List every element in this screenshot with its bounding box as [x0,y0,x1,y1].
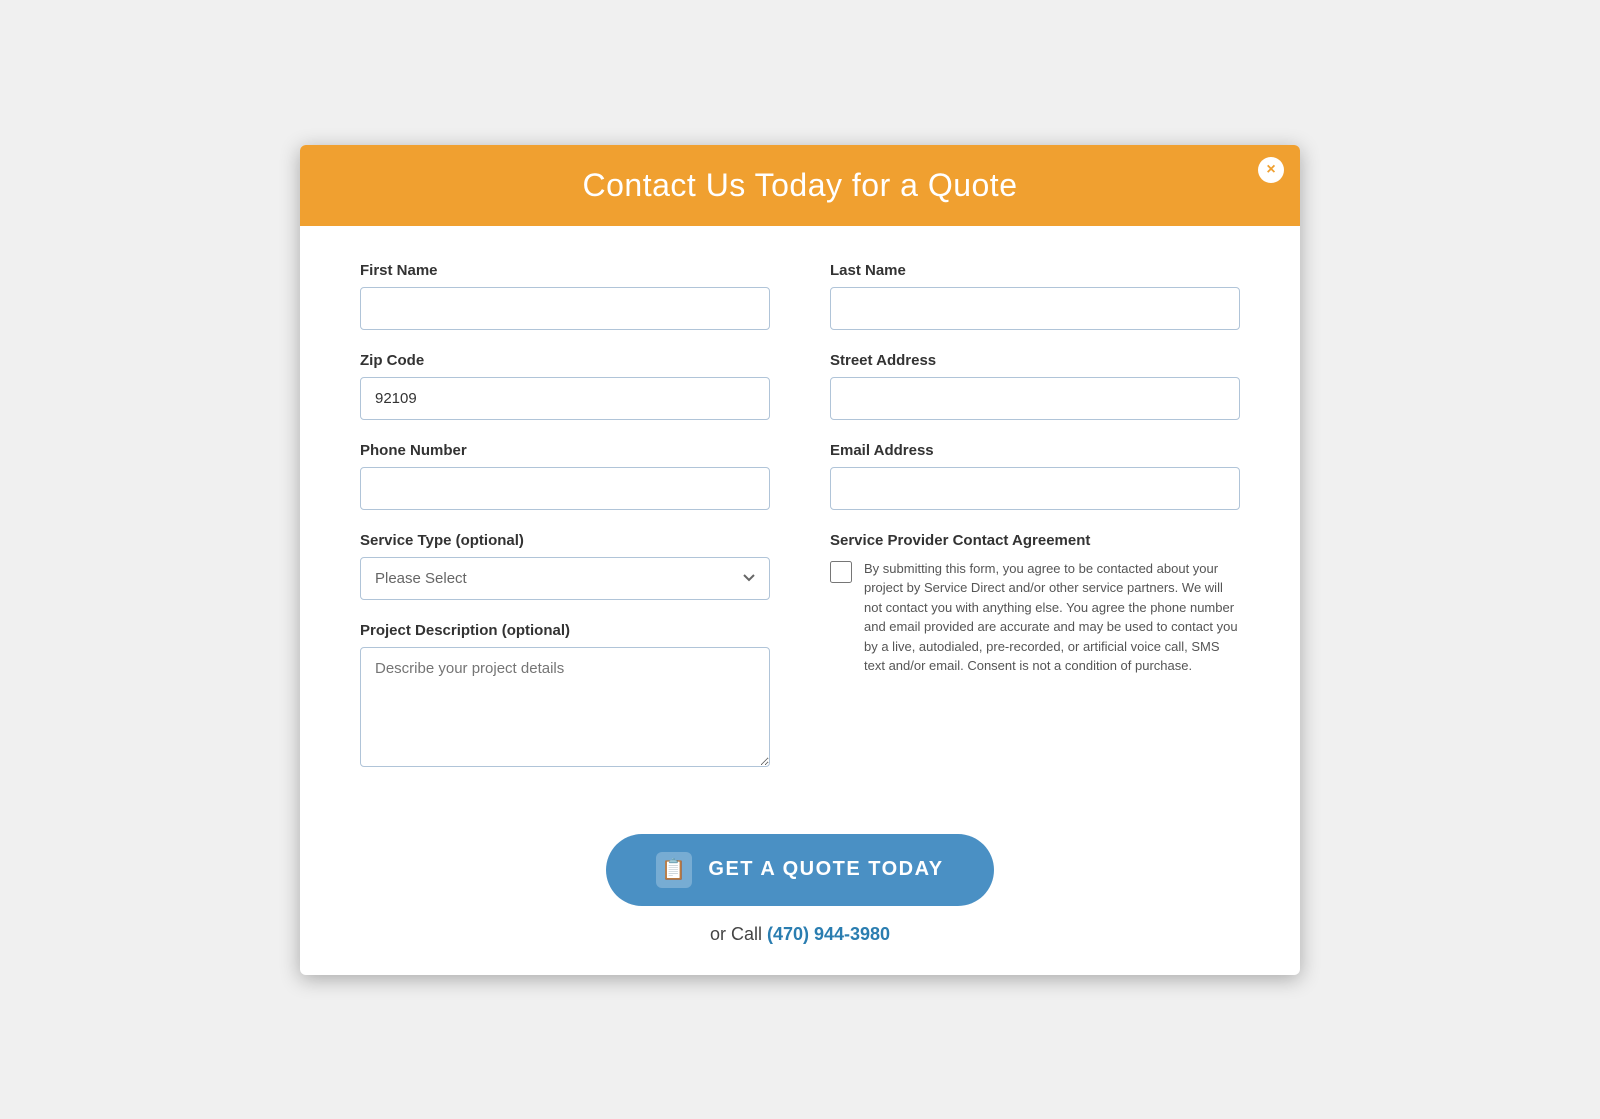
last-name-input[interactable] [830,287,1240,330]
email-address-input[interactable] [830,467,1240,510]
email-address-label: Email Address [830,442,1240,459]
zip-code-label: Zip Code [360,352,770,369]
call-number-link[interactable]: (470) 944-3980 [767,924,890,944]
modal-header: Contact Us Today for a Quote × [300,145,1300,226]
agreement-section: Service Provider Contact Agreement By su… [830,532,1240,676]
street-address-input[interactable] [830,377,1240,420]
zip-code-group: Zip Code [360,352,770,420]
modal-body: First Name Zip Code Phone Number Service… [300,226,1300,824]
call-prefix: or Call [710,924,762,944]
project-description-textarea[interactable] [360,647,770,767]
last-name-label: Last Name [830,262,1240,279]
first-name-group: First Name [360,262,770,330]
project-description-label: Project Description (optional) [360,622,770,639]
street-address-group: Street Address [830,352,1240,420]
agreement-checkbox[interactable] [830,561,852,583]
form-footer: 📋 GET A QUOTE TODAY or Call (470) 944-39… [300,824,1300,975]
zip-code-input[interactable] [360,377,770,420]
left-column: First Name Zip Code Phone Number Service… [360,262,770,794]
street-address-label: Street Address [830,352,1240,369]
contact-modal: Contact Us Today for a Quote × First Nam… [300,145,1300,975]
project-description-group: Project Description (optional) [360,622,770,772]
right-column: Last Name Street Address Email Address S… [830,262,1240,794]
agreement-content: By submitting this form, you agree to be… [830,559,1240,676]
last-name-group: Last Name [830,262,1240,330]
phone-number-group: Phone Number [360,442,770,510]
service-type-select[interactable]: Please Select [360,557,770,600]
phone-number-input[interactable] [360,467,770,510]
agreement-title: Service Provider Contact Agreement [830,532,1240,549]
quote-icon: 📋 [656,852,692,888]
agreement-text: By submitting this form, you agree to be… [864,559,1240,676]
close-button[interactable]: × [1258,157,1284,183]
email-address-group: Email Address [830,442,1240,510]
phone-number-label: Phone Number [360,442,770,459]
first-name-label: First Name [360,262,770,279]
first-name-input[interactable] [360,287,770,330]
modal-title: Contact Us Today for a Quote [340,167,1260,204]
form-grid: First Name Zip Code Phone Number Service… [360,262,1240,794]
service-type-label: Service Type (optional) [360,532,770,549]
call-text: or Call (470) 944-3980 [710,924,890,945]
service-type-group: Service Type (optional) Please Select [360,532,770,600]
get-quote-button[interactable]: 📋 GET A QUOTE TODAY [606,834,993,906]
quote-button-label: GET A QUOTE TODAY [708,858,943,881]
